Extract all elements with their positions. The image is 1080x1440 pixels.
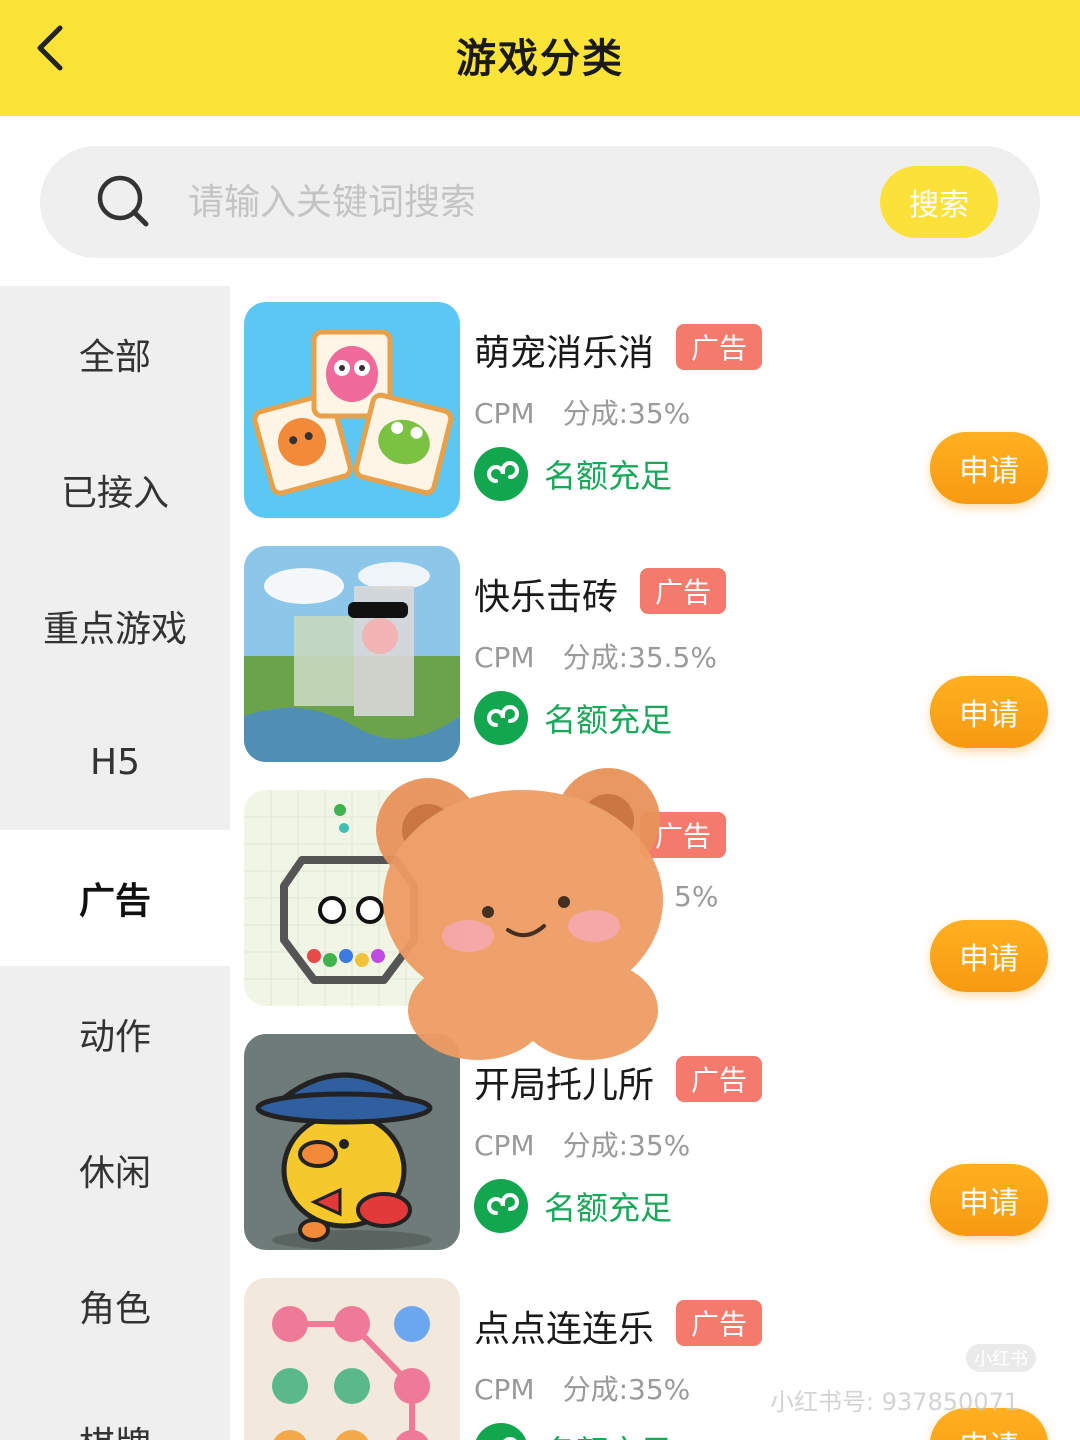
quota-text: 名额充足 <box>544 1427 672 1440</box>
apply-button[interactable]: 申请 <box>930 1164 1048 1236</box>
cpm-label: CPM <box>474 397 535 430</box>
apply-button[interactable]: 申请 <box>930 432 1048 504</box>
game-stats: CPM 分成:35% <box>474 1124 690 1164</box>
sidebar-item-h5[interactable]: H5 <box>0 694 230 830</box>
revenue-share: 分成:35.5% <box>562 641 717 674</box>
cpm-label: CPM <box>474 1129 535 1162</box>
game-stats: CPM 分成:35% <box>474 392 690 432</box>
search-input[interactable] <box>188 174 868 230</box>
watermark-logo: 小红书 <box>966 1344 1036 1372</box>
sidebar-item-role[interactable]: 角色 <box>0 1238 230 1374</box>
quota-text: 名额充足 <box>544 457 673 495</box>
apply-button[interactable]: 申请 <box>930 920 1048 992</box>
search-button[interactable]: 搜索 <box>880 166 998 238</box>
quota-status: 名额充足 <box>474 446 672 502</box>
ad-badge: 广告 <box>676 1056 762 1102</box>
game-title: 开局托儿所 <box>474 1065 655 1106</box>
quota-text: 名额充足 <box>544 1189 673 1227</box>
cpm-label: CPM <box>474 641 535 674</box>
sidebar-item-ads[interactable]: 广告 <box>0 830 230 966</box>
mini-program-icon <box>474 447 528 501</box>
sidebar-item-featured[interactable]: 重点游戏 <box>0 558 230 694</box>
search-icon <box>97 175 149 227</box>
quota-status: 名额充足 <box>474 690 672 746</box>
ad-badge: 广告 <box>676 1300 762 1346</box>
watermark-text: 小红书号: 937850071 <box>770 1388 1020 1416</box>
game-title: 萌宠消乐消 <box>474 333 655 374</box>
ad-badge: 广告 <box>640 568 726 614</box>
category-sidebar: 全部 已接入 重点游戏 H5 广告 动作 休闲 角色 棋牌 <box>0 286 230 1440</box>
game-title: 快乐击砖 <box>474 577 619 618</box>
sidebar-item-board[interactable]: 棋牌 <box>0 1374 230 1440</box>
pet-tiles-thumbnail-icon <box>244 302 460 518</box>
quota-status: 名额充足 <box>474 1422 672 1440</box>
game-card[interactable]: 萌宠消乐消 广告 CPM 分成:35% 名额充足 申请 <box>230 286 1080 530</box>
ad-badge: 广告 <box>676 324 762 370</box>
game-card[interactable]: 快乐击砖 广告 CPM 分成:35.5% 名额充足 申请 <box>230 530 1080 774</box>
apply-button[interactable]: 申请 <box>930 676 1048 748</box>
revenue-share: 分成:35% <box>562 1129 691 1162</box>
mini-program-icon <box>475 1423 527 1440</box>
game-stats: CPM 分成:35% <box>474 1368 690 1408</box>
game-thumbnail <box>244 546 460 762</box>
cpm-label: CPM <box>474 1373 535 1406</box>
sidebar-item-casual[interactable]: 休闲 <box>0 1102 230 1238</box>
bear-sticker-icon <box>376 768 663 1060</box>
quota-text: 名额充足 <box>544 701 673 739</box>
top-bar: 游戏分类 <box>0 0 1080 116</box>
game-title: 点点连连乐 <box>474 1309 655 1350</box>
page-title: 游戏分类 <box>456 36 624 82</box>
game-thumbnail <box>244 1034 460 1250</box>
sidebar-item-integrated[interactable]: 已接入 <box>0 422 230 558</box>
brick-breaker-thumbnail-icon <box>244 546 460 762</box>
sidebar-item-action[interactable]: 动作 <box>0 966 230 1102</box>
game-thumbnail <box>244 1278 460 1440</box>
search-bar: 搜索 <box>40 146 1040 258</box>
mini-program-icon <box>474 691 528 745</box>
dot-connect-thumbnail-icon <box>244 1278 460 1440</box>
mini-program-icon <box>474 1179 528 1233</box>
revenue-share: 分成:35% <box>562 1373 691 1406</box>
game-thumbnail <box>244 302 460 518</box>
quota-status: 名额充足 <box>474 1178 672 1234</box>
sidebar-item-all[interactable]: 全部 <box>0 286 230 422</box>
duck-thumbnail-icon <box>244 1034 460 1250</box>
game-stats: CPM 分成:35.5% <box>474 636 717 676</box>
revenue-share: 分成:35% <box>562 397 691 430</box>
